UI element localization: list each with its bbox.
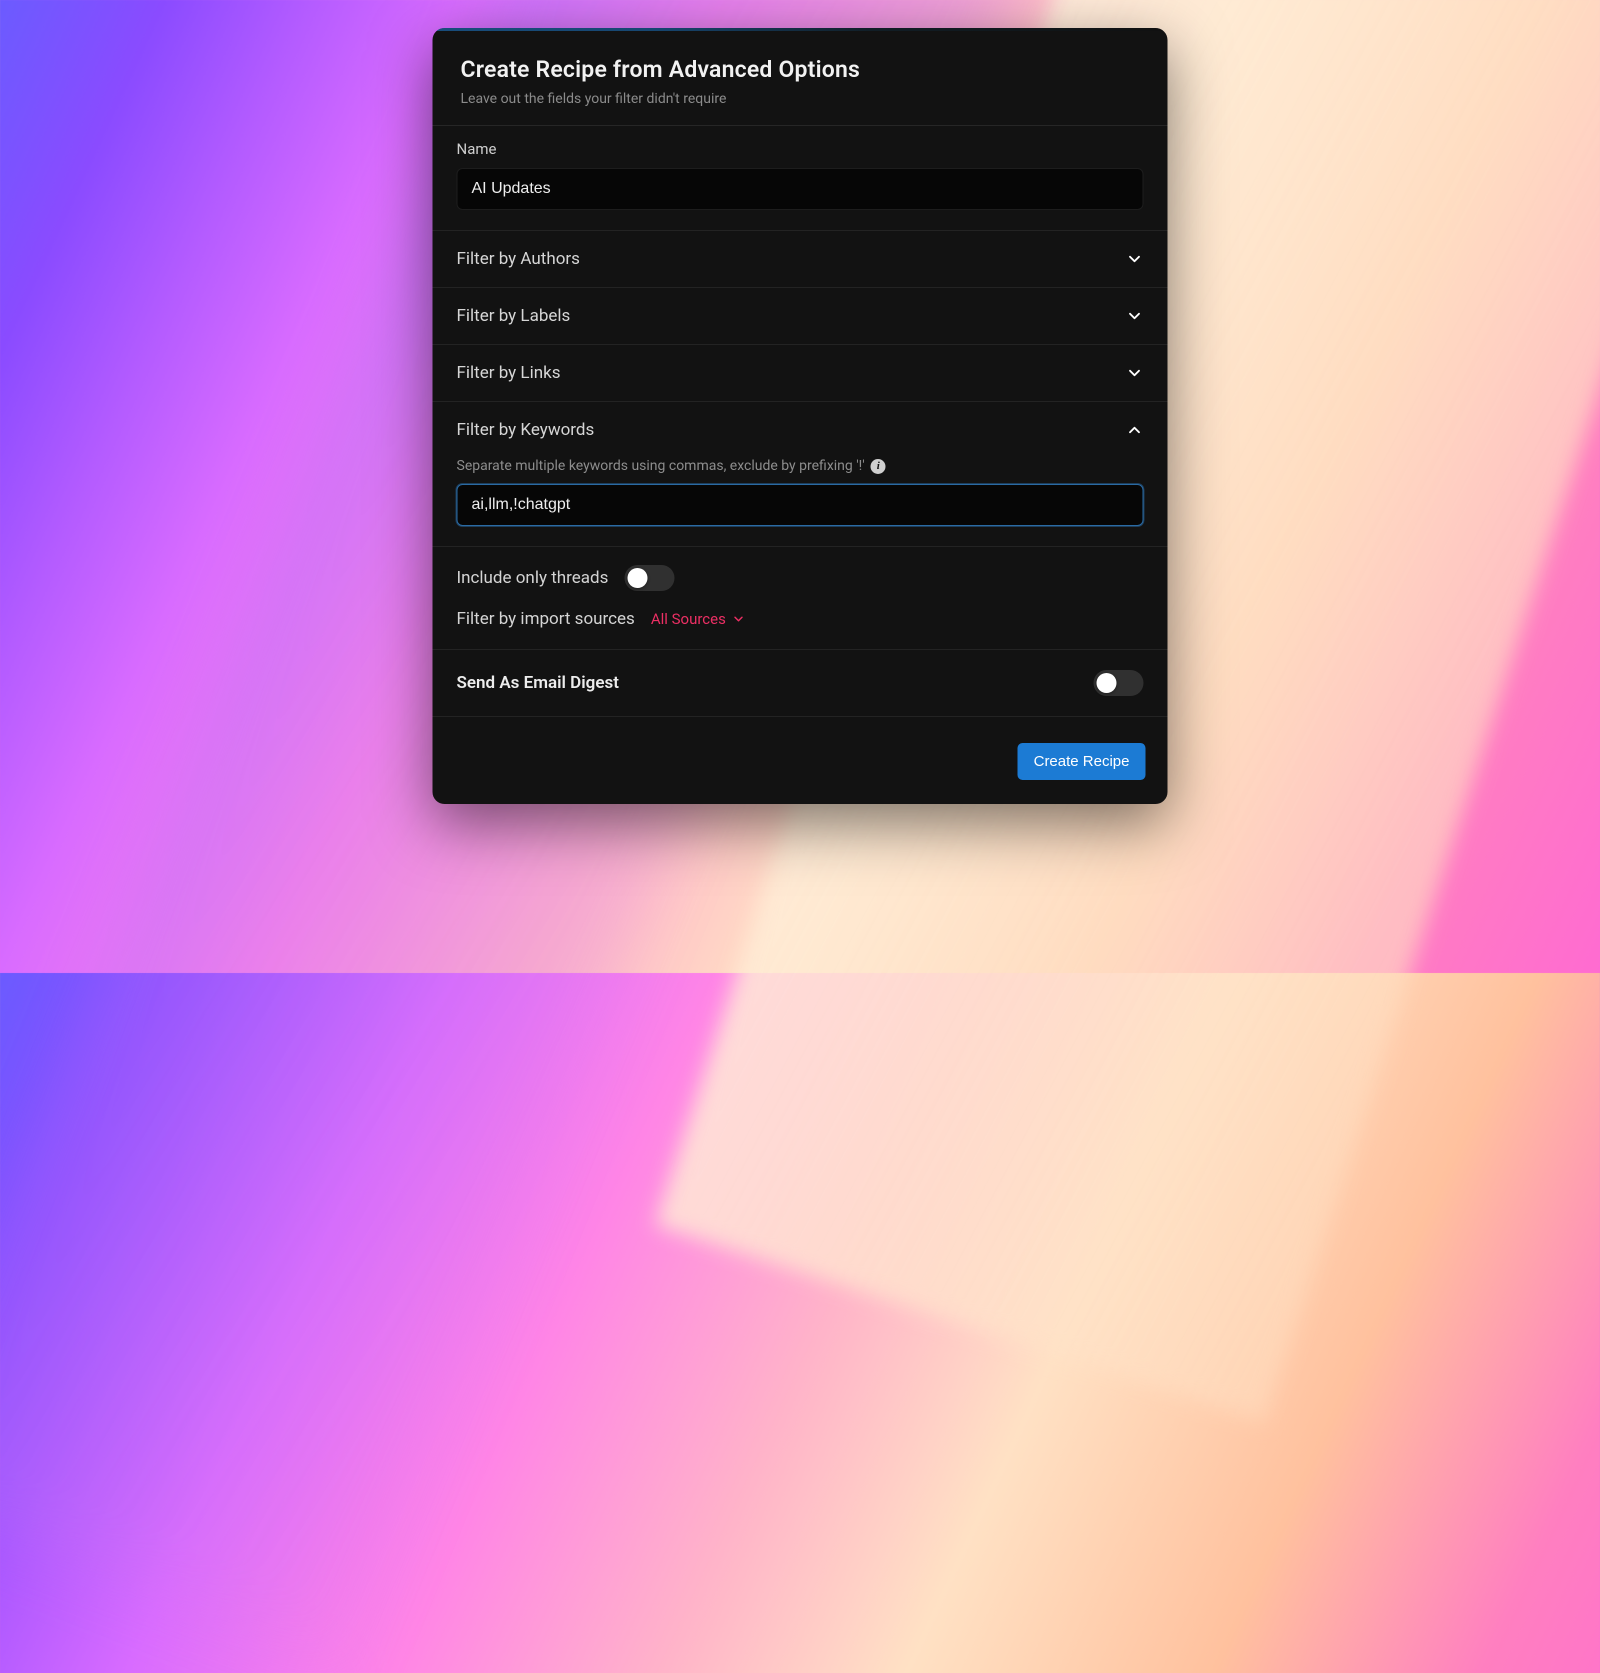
digest-toggle[interactable] bbox=[1094, 670, 1144, 696]
create-recipe-button[interactable]: Create Recipe bbox=[1018, 743, 1146, 780]
name-label: Name bbox=[457, 140, 1144, 158]
filter-keywords-label: Filter by Keywords bbox=[457, 420, 595, 440]
modal-footer: Create Recipe bbox=[433, 717, 1168, 804]
sources-dropdown[interactable]: All Sources bbox=[651, 610, 746, 628]
modal-title: Create Recipe from Advanced Options bbox=[461, 56, 1140, 83]
sources-value: All Sources bbox=[651, 610, 726, 628]
chevron-down-icon bbox=[732, 612, 746, 626]
options-section: Include only threads Filter by import so… bbox=[433, 547, 1168, 650]
modal-header: Create Recipe from Advanced Options Leav… bbox=[433, 28, 1168, 126]
filter-authors-label: Filter by Authors bbox=[457, 249, 580, 269]
filter-links-label: Filter by Links bbox=[457, 363, 561, 383]
digest-row: Send As Email Digest bbox=[433, 650, 1168, 717]
sources-label: Filter by import sources bbox=[457, 609, 635, 629]
threads-label: Include only threads bbox=[457, 568, 609, 588]
filter-authors-row[interactable]: Filter by Authors bbox=[433, 231, 1168, 288]
filter-links-row[interactable]: Filter by Links bbox=[433, 345, 1168, 402]
threads-toggle[interactable] bbox=[624, 565, 674, 591]
keywords-input[interactable] bbox=[457, 484, 1144, 526]
name-input[interactable] bbox=[457, 168, 1144, 210]
chevron-down-icon bbox=[1126, 364, 1144, 382]
chevron-down-icon bbox=[1126, 307, 1144, 325]
name-section: Name bbox=[433, 126, 1168, 231]
digest-label: Send As Email Digest bbox=[457, 673, 619, 693]
keywords-hint: Separate multiple keywords using commas,… bbox=[457, 458, 865, 474]
info-icon[interactable]: i bbox=[871, 459, 886, 474]
create-recipe-modal: Create Recipe from Advanced Options Leav… bbox=[433, 28, 1168, 804]
chevron-down-icon bbox=[1126, 250, 1144, 268]
chevron-up-icon bbox=[1126, 421, 1144, 439]
modal-subtitle: Leave out the fields your filter didn't … bbox=[461, 91, 1140, 107]
keywords-body: Separate multiple keywords using commas,… bbox=[433, 458, 1168, 547]
filter-labels-row[interactable]: Filter by Labels bbox=[433, 288, 1168, 345]
filter-labels-label: Filter by Labels bbox=[457, 306, 571, 326]
filter-keywords-row[interactable]: Filter by Keywords bbox=[433, 402, 1168, 458]
